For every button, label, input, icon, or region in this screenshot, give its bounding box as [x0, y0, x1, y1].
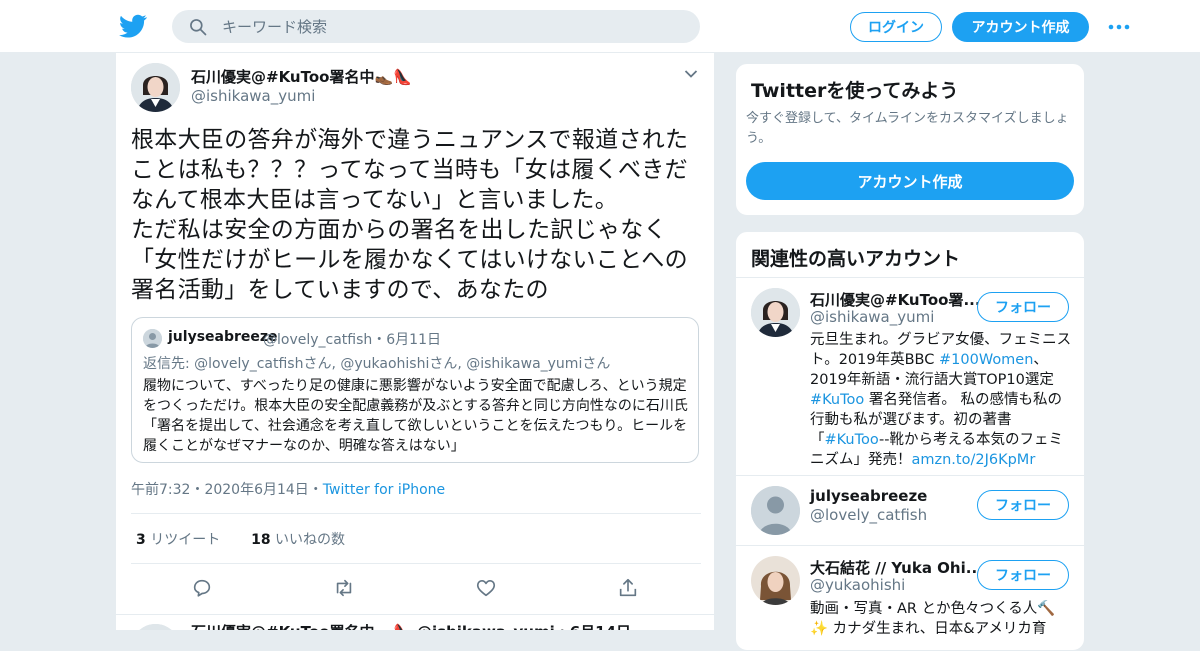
account-handle[interactable]: @lovely_catfish [810, 506, 927, 524]
account-avatar[interactable] [751, 556, 800, 605]
author-name[interactable]: 石川優実@#KuToo署名中👞👠 [191, 66, 412, 87]
account-handle[interactable]: @ishikawa_yumi [810, 308, 934, 326]
account-name[interactable]: 石川優実@#KuToo署... [810, 289, 981, 310]
twitter-bird-icon[interactable] [118, 12, 148, 40]
account-bio: 元旦生まれ。グラビア女優、フェミニスト。2019年英BBC #100Women、… [810, 332, 1072, 468]
more-options-icon[interactable] [1108, 23, 1130, 31]
tweet-timestamp[interactable]: 午前7:32・2020年6月14日・ [131, 482, 323, 498]
related-accounts-card: 関連性の高いアカウント 石川優実@#KuToo署... @ishikawa_yu… [735, 231, 1085, 651]
account-bio: 動画・写真・AR とか色々つくる人🔨✨ カナダ生まれ、日本&アメリカ育 [810, 601, 1056, 637]
divider [131, 513, 701, 514]
divider [736, 475, 1084, 476]
avatar-photo-icon [751, 556, 800, 605]
signup-card-title: Twitterを使ってみよう [751, 80, 959, 102]
quoted-reply-to: 返信先: @lovely_catfishさん, @yukaohishiさん, @… [143, 356, 611, 372]
signup-card-button[interactable]: アカウント作成 [746, 162, 1074, 200]
next-tweet-preview[interactable]: 石川優実@#KuToo署名中👞👠 @ishikawa_yumi・6月14日 [116, 614, 714, 630]
hashtag-link[interactable]: #KuToo [810, 392, 864, 408]
default-avatar-icon [143, 329, 162, 348]
quoted-tweet[interactable]: julyseabreeze @lovely_catfish・6月11日 返信先:… [131, 317, 699, 463]
tweet-text: 根本大臣の答弁が海外で違うニュアンスで報道されたことは私も？？？ってなって当時も… [131, 127, 689, 303]
author-avatar[interactable] [131, 63, 180, 112]
account-avatar[interactable] [751, 288, 800, 337]
divider [736, 545, 1084, 546]
heart-icon[interactable] [475, 577, 497, 599]
chevron-down-icon[interactable] [684, 69, 698, 79]
next-tweet-avatar[interactable] [131, 624, 180, 630]
hashtag-link[interactable]: #KuToo [825, 432, 880, 448]
signup-card: Twitterを使ってみよう 今すぐ登録して、タイムラインをカスタマイズしましょ… [735, 63, 1085, 216]
hashtag-link[interactable]: #100Women [939, 352, 1033, 368]
quoted-text: 履物について、すべったり足の健康に悪影響がないよう安全面で配慮しろ、という規定を… [143, 378, 688, 454]
account-avatar[interactable] [751, 486, 800, 535]
account-name[interactable]: julyseabreeze [810, 487, 927, 505]
tweet-detail: 石川優実@#KuToo署名中👞👠 @ishikawa_yumi 根本大臣の答弁が… [115, 53, 715, 630]
divider [131, 563, 701, 564]
share-icon[interactable] [617, 577, 639, 599]
search-icon [190, 19, 207, 36]
avatar-photo-icon [751, 288, 800, 337]
avatar-photo-icon [131, 624, 180, 630]
quoted-author-name: julyseabreeze [168, 329, 278, 345]
search-box[interactable] [172, 10, 700, 43]
retweet-icon[interactable] [333, 577, 355, 599]
signup-card-description: 今すぐ登録して、タイムラインをカスタマイズしましょう。 [746, 111, 1069, 146]
author-handle[interactable]: @ishikawa_yumi [191, 87, 315, 105]
account-handle[interactable]: @yukaohishi [810, 576, 905, 594]
search-input[interactable] [222, 10, 682, 43]
follow-button[interactable]: フォロー [977, 560, 1069, 590]
bio-url-link[interactable]: amzn.to/2J6KpMr [912, 452, 1036, 468]
tweet-source-link[interactable]: Twitter for iPhone [323, 482, 445, 498]
follow-button[interactable]: フォロー [977, 490, 1069, 520]
login-button[interactable]: ログイン [850, 12, 942, 42]
account-name[interactable]: 大石結花 // Yuka Ohi... [810, 557, 983, 578]
avatar-photo-icon [131, 63, 180, 112]
related-accounts-title: 関連性の高いアカウント [751, 248, 961, 270]
quoted-author-handle: @lovely_catfish・6月11日 [263, 332, 442, 348]
tweet-metadata: 午前7:32・2020年6月14日・Twitter for iPhone [131, 479, 445, 499]
like-count[interactable]: 18 いいねの数 [251, 532, 345, 548]
default-avatar-icon [751, 486, 800, 535]
follow-button[interactable]: フォロー [977, 292, 1069, 322]
signup-button[interactable]: アカウント作成 [952, 12, 1089, 42]
top-bar: ログイン アカウント作成 [0, 0, 1200, 53]
retweet-count[interactable]: 3 リツイート [136, 532, 220, 548]
reply-icon[interactable] [191, 577, 213, 599]
tweet-stats: 3 リツイート 18 いいねの数 [136, 529, 345, 549]
quoted-avatar [143, 329, 162, 348]
next-tweet-header: 石川優実@#KuToo署名中👞👠 @ishikawa_yumi・6月14日 [191, 621, 631, 630]
divider [736, 277, 1084, 278]
